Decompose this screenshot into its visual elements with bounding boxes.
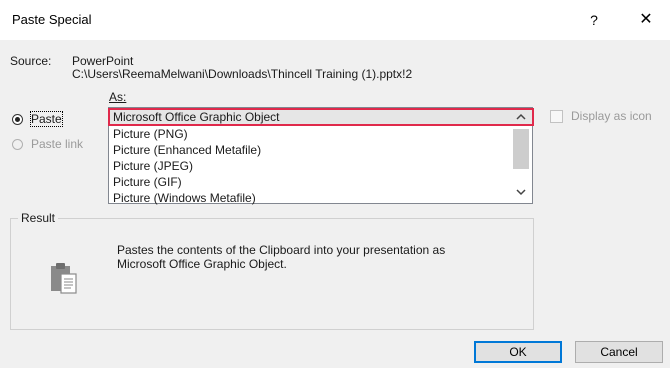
- chevron-down-icon[interactable]: [512, 185, 530, 202]
- paste-special-dialog: Paste Special ? ✕ Source: PowerPoint C:\…: [0, 0, 670, 368]
- list-item-jpeg[interactable]: Picture (JPEG): [113, 158, 193, 174]
- display-as-icon-checkbox[interactable]: [550, 109, 563, 123]
- paste-link-option[interactable]: Paste link: [12, 137, 83, 151]
- result-line-2: Microsoft Office Graphic Object.: [117, 257, 287, 271]
- paste-label: Paste: [30, 111, 63, 127]
- close-button[interactable]: ✕: [634, 8, 658, 32]
- list-item-graphic-object[interactable]: Microsoft Office Graphic Object: [108, 108, 534, 126]
- ok-button[interactable]: OK: [474, 341, 562, 363]
- result-description: Pastes the contents of the Clipboard int…: [117, 243, 527, 271]
- help-button[interactable]: ?: [582, 8, 606, 32]
- title-bar: Paste Special ? ✕: [0, 0, 670, 40]
- list-scrollbar[interactable]: [512, 109, 530, 203]
- display-as-icon-label: Display as icon: [571, 109, 652, 123]
- result-group: [10, 218, 534, 330]
- as-listbox[interactable]: Microsoft Office Graphic Object Picture …: [108, 107, 534, 206]
- list-item-emf[interactable]: Picture (Enhanced Metafile): [113, 142, 261, 158]
- paste-link-radio[interactable]: [12, 138, 23, 150]
- source-path: C:\Users\ReemaMelwani\Downloads\Thincell…: [72, 67, 413, 81]
- chevron-up-icon[interactable]: [512, 109, 530, 126]
- paste-radio[interactable]: [12, 113, 23, 125]
- list-item-gif[interactable]: Picture (GIF): [113, 174, 182, 190]
- result-line-1: Pastes the contents of the Clipboard int…: [117, 243, 446, 257]
- result-legend: Result: [18, 211, 59, 225]
- source-app: PowerPoint: [72, 54, 134, 68]
- list-item-png[interactable]: Picture (PNG): [113, 126, 188, 142]
- paste-link-label: Paste link: [31, 137, 84, 151]
- as-label: As:: [109, 90, 127, 104]
- list-item-wmf[interactable]: Picture (Windows Metafile): [113, 190, 256, 206]
- source-label: Source:: [10, 54, 52, 68]
- paste-option[interactable]: Paste: [12, 111, 63, 127]
- clipboard-icon: [50, 262, 78, 294]
- cancel-button[interactable]: Cancel: [575, 341, 663, 363]
- scroll-thumb[interactable]: [513, 129, 529, 169]
- window-title: Paste Special: [12, 12, 92, 27]
- display-as-icon-option[interactable]: Display as icon: [550, 109, 652, 123]
